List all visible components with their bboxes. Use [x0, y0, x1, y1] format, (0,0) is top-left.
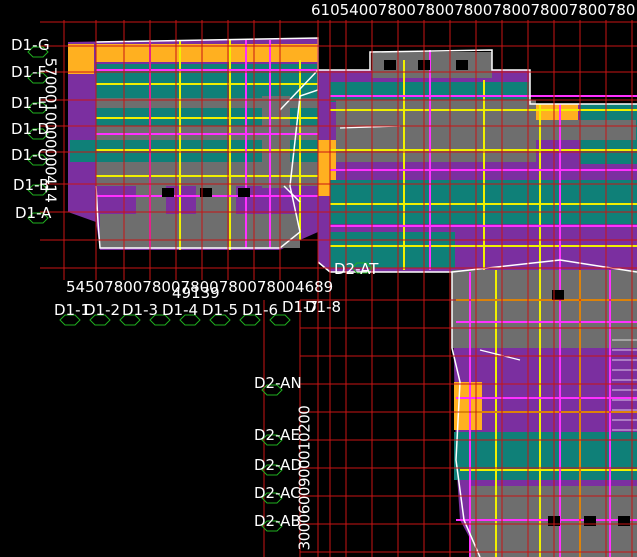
axis-label-d2-ac: D2-AC	[254, 484, 301, 502]
axis-label-d2-ab: D2-AB	[254, 512, 301, 530]
axis-label-d2-ae: D2-AE	[254, 426, 300, 444]
axis-label-d1-a: D1-A	[15, 204, 52, 222]
axis-label-d1-g: D1-G	[11, 36, 50, 54]
axis-label-d1-3: D1-3	[122, 301, 159, 319]
axis-label-d1-2: D1-2	[84, 301, 121, 319]
d1-floor-plan	[68, 37, 320, 250]
bottom-dimension-extra: 49139	[172, 284, 220, 302]
axis-label-d1-6: D1-6	[242, 301, 279, 319]
vertical-dimension-d1: 5700010000000414	[41, 57, 60, 203]
vertical-dimension-d2: 3000600900010200	[295, 405, 314, 551]
axis-label-d1-4: D1-4	[162, 301, 199, 319]
axis-label-d2-an: D2-AN	[254, 374, 302, 392]
axis-label-d1-8: D1-8	[305, 298, 342, 316]
top-dimension-string: 6105400780078007800780078007800780	[311, 1, 636, 19]
axis-label-d2-at: D2-AT	[334, 260, 379, 278]
axis-label-d1-5: D1-5	[202, 301, 239, 319]
